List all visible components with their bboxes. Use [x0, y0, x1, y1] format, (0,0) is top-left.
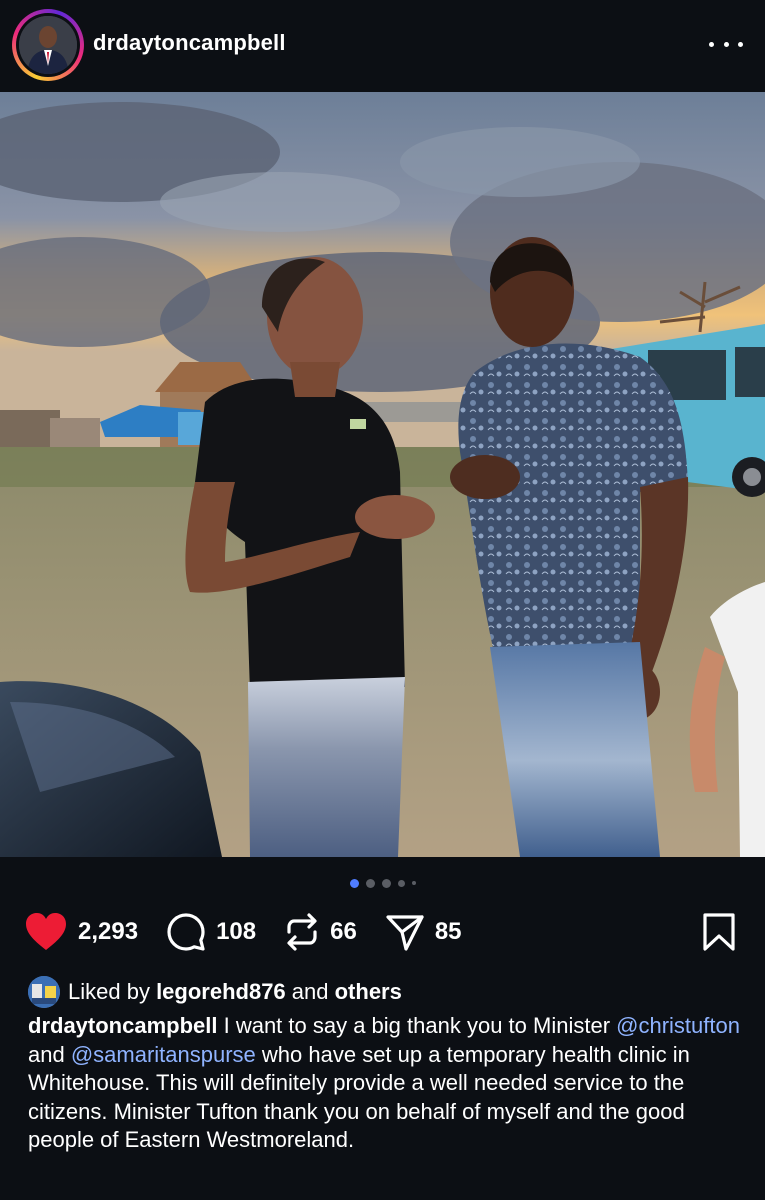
carousel-dot[interactable] [411, 881, 416, 885]
carousel-indicator [0, 876, 765, 890]
caption-text: and [28, 1041, 71, 1067]
liked-by-prefix: Liked by [68, 979, 157, 1004]
more-options-button[interactable] [709, 34, 743, 54]
caption-mention-christufton[interactable]: @christufton [616, 1013, 740, 1038]
liker-avatar[interactable] [28, 976, 60, 1008]
bookmark-icon [703, 913, 735, 951]
share-button[interactable]: 85 [385, 912, 462, 952]
photo-scene [0, 92, 765, 857]
reposts-count[interactable]: 66 [330, 918, 357, 946]
likes-count[interactable]: 2,293 [78, 918, 138, 946]
liker-avatar-image [28, 976, 60, 1008]
avatar-portrait [19, 16, 77, 74]
carousel-dot[interactable] [381, 878, 391, 888]
send-icon [386, 915, 424, 951]
post-username[interactable]: drdaytoncampbell [93, 30, 286, 56]
avatar-ring-gap [16, 13, 80, 77]
post-photo[interactable] [0, 92, 765, 857]
save-button[interactable] [701, 912, 737, 952]
carousel-dot-active[interactable] [349, 878, 359, 888]
caption-text: I want to say a big thank you to Ministe… [217, 1013, 617, 1038]
shares-count[interactable]: 85 [435, 918, 462, 946]
profile-avatar[interactable] [12, 9, 84, 81]
post-header: drdaytoncampbell [0, 0, 765, 92]
carousel-dot[interactable] [365, 878, 375, 888]
liked-by-middle: and [285, 979, 335, 1004]
liked-by-others[interactable]: others [335, 979, 402, 1005]
like-button[interactable]: 2,293 [24, 912, 138, 952]
carousel-dot[interactable] [397, 879, 405, 887]
comment-button[interactable]: 108 [166, 912, 256, 952]
post-action-bar: 2,293 108 66 85 [24, 908, 490, 956]
liked-by-user[interactable]: legorehd876 [156, 979, 286, 1005]
caption-username[interactable]: drdaytoncampbell [28, 1013, 217, 1038]
repost-icon [287, 913, 317, 951]
repost-button[interactable]: 66 [284, 912, 357, 952]
avatar-image [19, 16, 77, 74]
post-caption: drdaytoncampbell I want to say a big tha… [28, 1012, 743, 1155]
more-horizontal-icon-dot [738, 41, 743, 47]
more-horizontal-icon-dot [723, 41, 729, 47]
comment-icon [167, 913, 205, 951]
more-horizontal-icon [709, 41, 714, 47]
caption-mention-samaritanspurse[interactable]: @samaritanspurse [71, 1042, 256, 1067]
comments-count[interactable]: 108 [216, 918, 256, 946]
heart-filled-icon [26, 913, 66, 950]
liked-by-row: Liked by legorehd876 and others [28, 974, 402, 1010]
